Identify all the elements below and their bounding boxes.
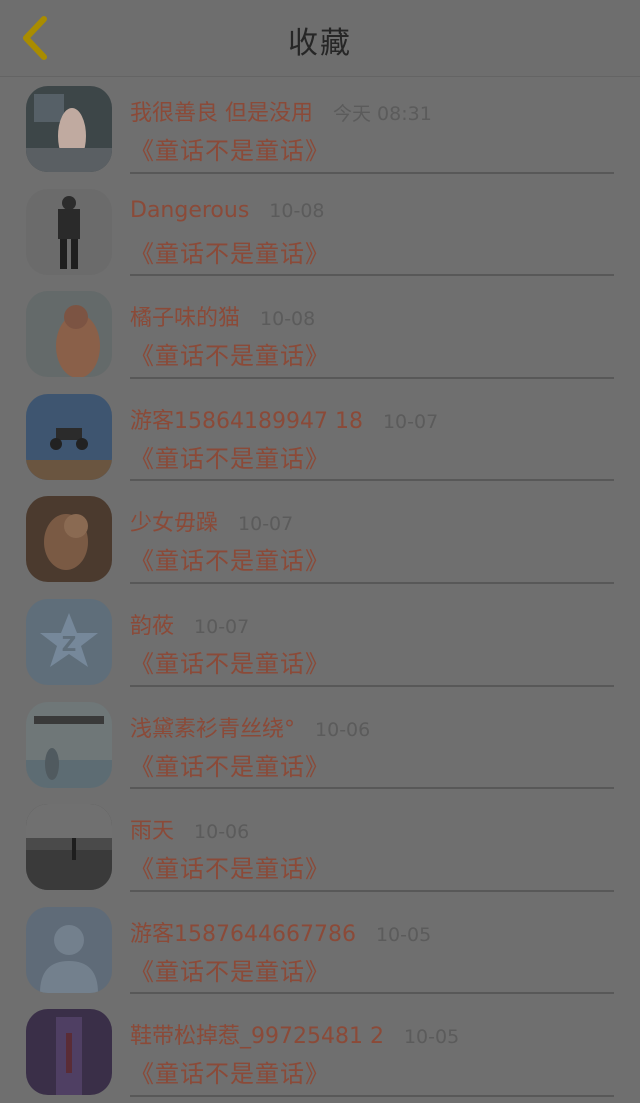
- avatar[interactable]: [26, 804, 112, 891]
- svg-text:Z: Z: [62, 632, 77, 656]
- list-item[interactable]: 橘子味的猫 10-08 《童话不是童话》: [0, 282, 640, 385]
- book-title[interactable]: 《童话不是童话》: [130, 849, 330, 884]
- page-title: 收藏: [288, 26, 352, 61]
- user-name: 鞋带松掉惹_99725481 2: [130, 1024, 384, 1050]
- divider: [130, 684, 614, 687]
- timestamp: 10-07: [382, 410, 439, 433]
- person-icon: [54, 924, 84, 955]
- book-title[interactable]: 《童话不是童话》: [130, 131, 330, 166]
- user-name: 我很善良 但是没用: [130, 101, 313, 126]
- list-item[interactable]: 游客15864189947 18 10-07 《童话不是童话》: [0, 385, 640, 488]
- list-item[interactable]: 少女毋躁 10-07 《童话不是童话》: [0, 487, 640, 590]
- user-name: 橘子味的猫: [130, 306, 241, 332]
- divider: [130, 1094, 614, 1097]
- avatar[interactable]: [26, 188, 112, 275]
- divider: [130, 376, 614, 379]
- list-item[interactable]: Z 韵莜 10-07 《童话不是童话》: [0, 590, 640, 693]
- book-title[interactable]: 《童话不是童话》: [130, 952, 330, 987]
- avatar[interactable]: [26, 496, 112, 583]
- timestamp: 10-08: [269, 199, 325, 222]
- divider: [130, 992, 614, 995]
- user-name: 游客1587644667786: [130, 921, 356, 947]
- book-title[interactable]: 《童话不是童话》: [130, 439, 330, 474]
- book-title[interactable]: 《童话不是童话》: [130, 234, 330, 269]
- list-item[interactable]: 鞋带松掉惹_99725481 2 10-05 《童话不是童话》: [0, 1000, 640, 1103]
- avatar[interactable]: Z: [26, 598, 112, 685]
- user-name: 韵莜: [130, 613, 175, 639]
- divider: [130, 274, 614, 277]
- list-item[interactable]: 浅黛素衫青丝绕° 10-06 《童话不是童话》: [0, 693, 640, 796]
- timestamp: 10-07: [194, 615, 250, 638]
- user-name: 雨天: [130, 819, 175, 845]
- book-title[interactable]: 《童话不是童话》: [130, 336, 330, 371]
- timestamp: 10-05: [375, 923, 432, 946]
- timestamp: 10-06: [315, 718, 371, 741]
- list-item[interactable]: Dangerous 10-08 《童话不是童话》: [0, 180, 640, 283]
- user-name: 少女毋躁: [130, 511, 219, 537]
- avatar[interactable]: [26, 701, 112, 788]
- book-title[interactable]: 《童话不是童话》: [130, 1054, 330, 1089]
- divider: [130, 889, 614, 892]
- book-title[interactable]: 《童话不是童话》: [130, 644, 330, 679]
- list-item[interactable]: 游客1587644667786 10-05 《童话不是童话》: [0, 898, 640, 1001]
- avatar[interactable]: [26, 1009, 112, 1096]
- user-name: 浅黛素衫青丝绕°: [130, 716, 296, 742]
- list-item[interactable]: 我很善良 但是没用 今天 08:31 《童话不是童话》: [0, 77, 640, 180]
- user-name: Dangerous: [130, 197, 250, 223]
- avatar[interactable]: [26, 906, 112, 993]
- divider: [130, 171, 614, 174]
- top-bar: 收藏: [0, 0, 640, 77]
- book-title[interactable]: 《童话不是童话》: [130, 747, 330, 782]
- timestamp: 10-05: [403, 1026, 460, 1049]
- divider: [130, 581, 614, 584]
- divider: [130, 479, 614, 482]
- avatar[interactable]: [26, 291, 112, 378]
- divider: [130, 787, 614, 790]
- timestamp: 10-07: [238, 513, 294, 536]
- timestamp: 10-06: [194, 821, 250, 844]
- avatar[interactable]: [26, 86, 112, 172]
- book-title[interactable]: 《童话不是童话》: [130, 541, 330, 576]
- user-name: 游客15864189947 18: [130, 408, 363, 434]
- timestamp: 10-08: [260, 308, 316, 331]
- timestamp: 今天 08:31: [333, 103, 432, 125]
- avatar[interactable]: [26, 393, 112, 480]
- list-item[interactable]: 雨天 10-06 《童话不是童话》: [0, 795, 640, 898]
- favorites-list: 我很善良 但是没用 今天 08:31 《童话不是童话》 Dangerous 10…: [0, 77, 640, 1103]
